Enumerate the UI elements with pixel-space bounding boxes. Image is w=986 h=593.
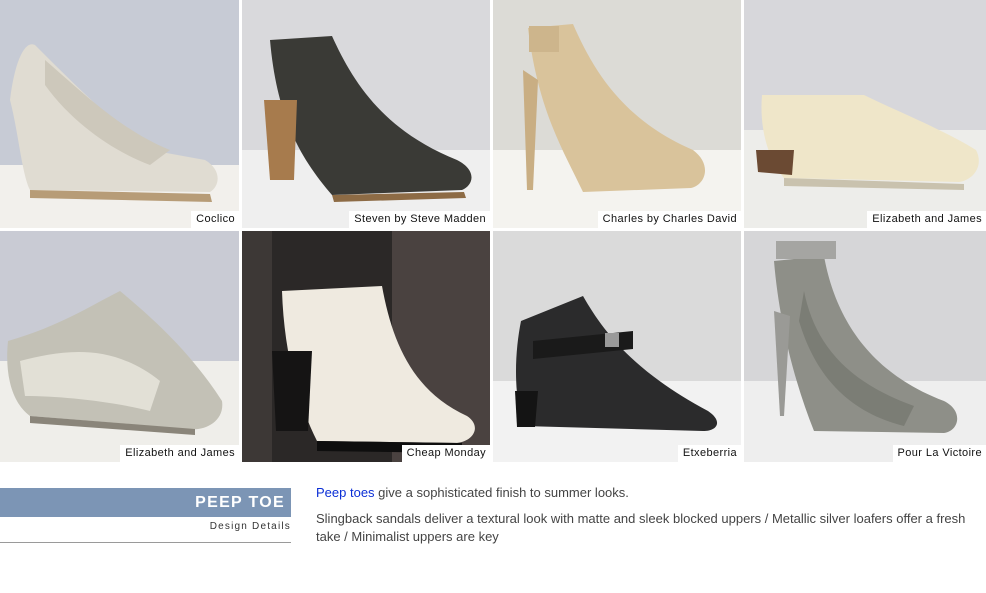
tile-caption: Charles by Charles David (597, 211, 741, 228)
section-title: PEEP TOE (195, 494, 285, 511)
tile-caption: Elizabeth and James (120, 445, 239, 462)
gallery-tile-etxeberria[interactable]: Etxeberria (493, 231, 741, 462)
gallery-tile-steven[interactable]: Steven by Steve Madden (242, 0, 490, 228)
gallery-tile-charles[interactable]: Charles by Charles David (493, 0, 741, 228)
tile-caption: Coclico (191, 211, 239, 228)
intro-text: give a sophisticated finish to summer lo… (374, 485, 629, 500)
gallery-tile-coclico[interactable]: Coclico (0, 0, 239, 228)
tile-caption: Pour La Victoire (892, 445, 986, 462)
gallery-tile-pour-la-victoire[interactable]: Pour La Victoire (744, 231, 986, 462)
tile-caption: Etxeberria (677, 445, 741, 462)
shoe-image (0, 231, 239, 462)
shoe-image (744, 0, 986, 228)
shoe-image (242, 0, 490, 228)
shoe-image (493, 231, 741, 462)
section-subtitle: Design Details (209, 521, 291, 532)
shoe-image (0, 0, 239, 228)
shoe-gallery: Coclico Steven by Steve Madden Charles b… (0, 0, 986, 462)
tile-caption: Cheap Monday (401, 445, 490, 462)
tile-caption: Elizabeth and James (867, 211, 986, 228)
intro-paragraph: Peep toes give a sophisticated finish to… (316, 484, 976, 502)
section-header-band: PEEP TOE (0, 488, 291, 517)
peep-toes-link[interactable]: Peep toes (316, 485, 375, 500)
gallery-tile-elizabeth-james-2[interactable]: Elizabeth and James (0, 231, 239, 462)
shoe-image (242, 231, 490, 462)
gallery-tile-cheap-monday[interactable]: Cheap Monday (242, 231, 490, 462)
gallery-tile-elizabeth-james-1[interactable]: Elizabeth and James (744, 0, 986, 228)
shoe-image (493, 0, 741, 228)
divider (0, 542, 291, 543)
shoe-image (744, 231, 986, 462)
tile-caption: Steven by Steve Madden (349, 211, 490, 228)
details-paragraph: Slingback sandals deliver a textural loo… (316, 511, 966, 544)
section-copy: Peep toes give a sophisticated finish to… (316, 484, 976, 554)
